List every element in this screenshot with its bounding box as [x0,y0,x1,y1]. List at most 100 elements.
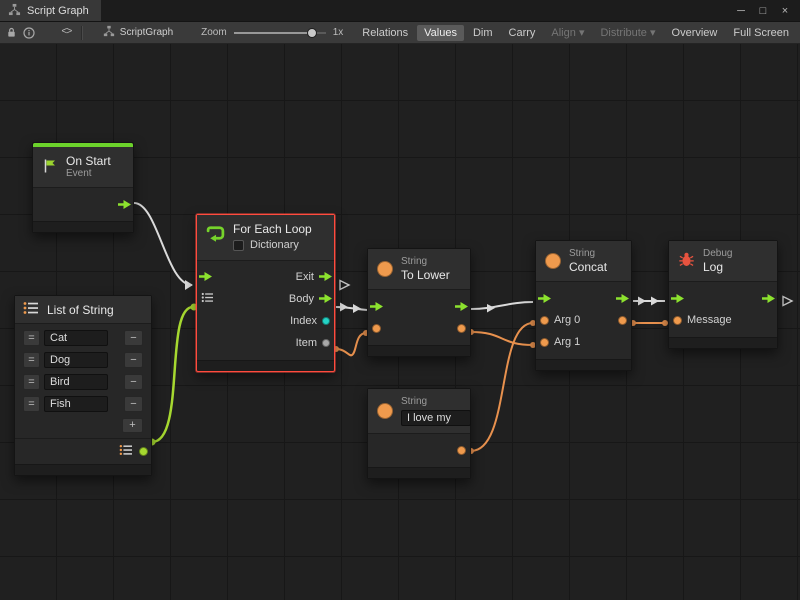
drag-handle[interactable]: = [23,396,40,412]
graph-icon [8,3,21,19]
wire-arrowhead-icon [185,280,193,290]
port-label: Index [290,315,317,327]
loop-icon [206,224,225,246]
minimize-button[interactable]: ─ [732,3,750,19]
list-output-port[interactable] [139,447,148,456]
graph-selector[interactable]: ScriptGraph [89,25,181,40]
drag-handle[interactable]: = [23,330,40,346]
remove-item-button[interactable]: − [124,330,143,346]
wire-arrowhead-icon [487,304,495,313]
list-item-input[interactable] [44,330,108,346]
result-output-port[interactable] [618,316,627,325]
list-item-input[interactable] [44,352,108,368]
port-label: Arg 1 [554,336,580,348]
zoom-slider[interactable] [234,27,326,39]
message-input-port[interactable] [673,316,682,325]
node-concat[interactable]: String Concat Arg 0 [535,240,632,371]
list-item-input[interactable] [44,374,108,390]
string-value-input[interactable] [401,410,471,426]
wire-tolower-arg1[interactable] [471,332,533,345]
drag-handle[interactable]: = [23,352,40,368]
flow-output-port[interactable] [455,302,468,311]
zoom-value: 1x [333,27,344,38]
port-label: Message [687,314,732,326]
maximize-button[interactable]: □ [754,3,772,19]
list-item-row: = − [15,327,151,349]
flow-output-port[interactable] [762,294,775,303]
wire-onstart-foreach[interactable] [134,203,192,285]
node-title: List of String [47,303,114,317]
align-dropdown[interactable]: Align ▾ [544,24,591,41]
dictionary-label: Dictionary [250,239,299,252]
port-label: Arg 0 [554,314,580,326]
chevron-down-icon: ▾ [579,27,585,39]
string-type-icon [377,403,393,419]
node-kind: String [569,248,607,260]
node-for-each-loop[interactable]: For Each Loop Dictionary Exit [196,214,335,372]
graph-canvas[interactable]: On Start Event List of String [0,44,800,600]
node-title: For Each Loop [233,222,312,236]
collection-input-port[interactable] [201,292,214,306]
index-output-port[interactable] [322,317,330,325]
flag-icon [42,158,58,177]
distribute-dropdown[interactable]: Distribute ▾ [593,24,662,41]
flow-input-port[interactable] [370,302,383,311]
result-output-port[interactable] [457,446,466,455]
relations-button[interactable]: Relations [355,25,415,41]
flow-input-port[interactable] [538,294,551,303]
node-footer [197,360,334,371]
wire-body-tolower[interactable] [336,307,367,310]
tab-script-graph[interactable]: Script Graph [0,0,101,21]
remove-item-button[interactable]: − [124,396,143,412]
carry-button[interactable]: Carry [502,25,543,41]
overview-button[interactable]: Overview [665,25,725,41]
node-title: Concat [569,260,607,274]
info-icon[interactable] [21,24,36,42]
dim-button[interactable]: Dim [466,25,500,41]
toolbar: <> ScriptGraph Zoom 1x Relations Values … [0,22,800,44]
exit-output-port[interactable] [319,272,332,281]
dictionary-checkbox[interactable] [233,240,244,251]
code-toggle-icon[interactable]: <> [59,24,74,42]
list-item-row: = − [15,371,151,393]
node-subtitle: Event [66,168,111,180]
node-debug-log[interactable]: Debug Log Message [668,240,778,349]
flow-output-port[interactable] [616,294,629,303]
body-output-port[interactable] [319,294,332,303]
wire-item-tolower[interactable] [336,333,366,355]
node-on-start[interactable]: On Start Event [32,142,134,233]
arg0-input-port[interactable] [540,316,549,325]
string-input-port[interactable] [372,324,381,333]
add-item-button[interactable]: + [122,418,143,433]
values-button[interactable]: Values [417,25,464,41]
list-item-input[interactable] [44,396,108,412]
result-output-port[interactable] [457,324,466,333]
node-to-lower[interactable]: String To Lower [367,248,471,357]
node-string-literal[interactable]: String [367,388,471,479]
lock-icon[interactable] [4,24,19,42]
zoom-slider-handle[interactable] [307,28,317,38]
fullscreen-button[interactable]: Full Screen [726,25,796,41]
graph-icon [103,25,115,40]
arg1-input-port[interactable] [540,338,549,347]
remove-item-button[interactable]: − [124,374,143,390]
flow-output-port[interactable] [118,200,131,209]
toolbar-separator [81,26,82,40]
item-output-port[interactable] [322,339,330,347]
wire-literal-arg0[interactable] [471,323,533,451]
zoom-label: Zoom [201,27,227,38]
flow-input-port[interactable] [199,272,212,281]
wire-list-foreach[interactable] [152,307,193,442]
node-footer [669,337,777,348]
drag-handle[interactable]: = [23,374,40,390]
close-button[interactable]: × [776,3,794,19]
node-list-of-string[interactable]: List of String = − = − = − = − [14,295,152,476]
flow-input-port[interactable] [671,294,684,303]
port-label: Item [296,337,317,349]
wire-tolower-concat[interactable] [471,302,533,309]
node-title: Log [703,260,732,274]
node-title: On Start [66,154,111,168]
node-footer [368,467,470,478]
remove-item-button[interactable]: − [124,352,143,368]
list-icon [23,301,39,318]
